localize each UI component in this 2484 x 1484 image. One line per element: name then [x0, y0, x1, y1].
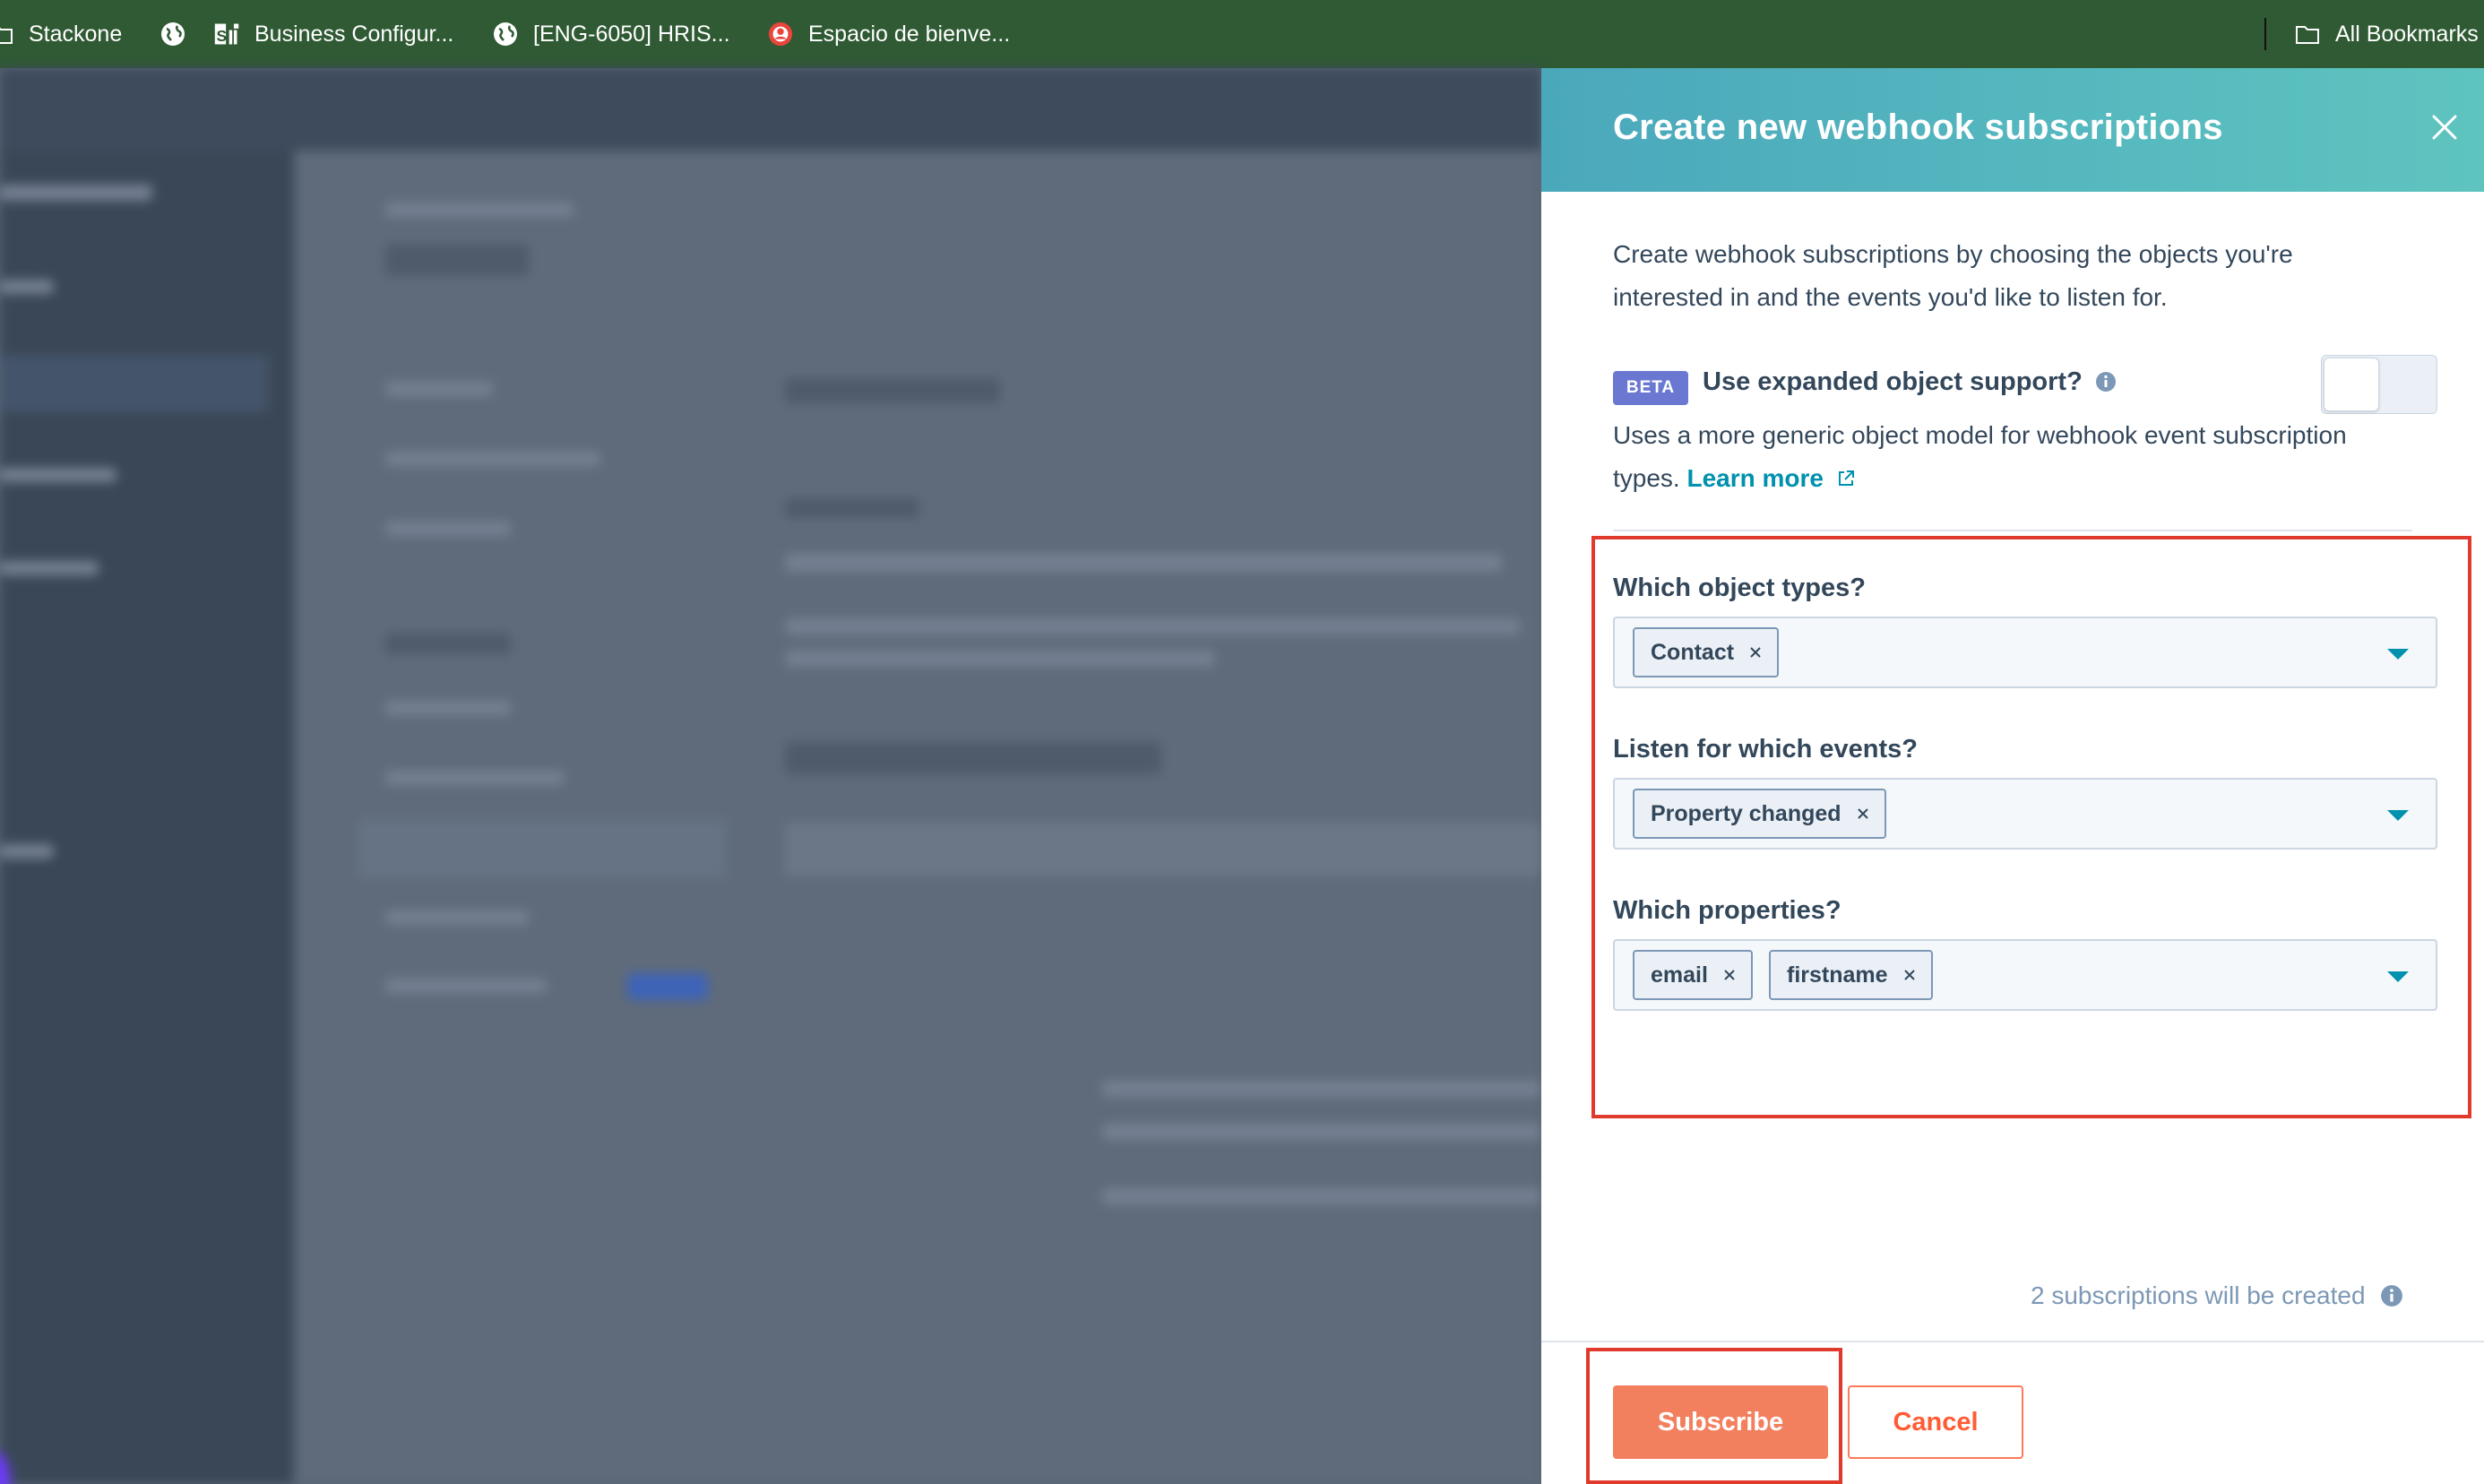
- expanded-support-label: Use expanded object support?: [1703, 367, 2083, 396]
- chip-label: email: [1651, 962, 1708, 988]
- background-topnav: [0, 68, 1541, 151]
- all-bookmarks-label: All Bookmarks: [2335, 21, 2479, 47]
- subscription-count: 2 subscriptions will be created: [2031, 1281, 2403, 1310]
- object-types-label: Which object types?: [1613, 574, 1866, 602]
- bookmark-label: [ENG-6050] HRIS...: [533, 21, 730, 47]
- properties-select[interactable]: email firstname: [1613, 939, 2437, 1011]
- bookmark-business-config[interactable]: S Business Configur...: [213, 0, 453, 68]
- chip-label: Contact: [1651, 639, 1735, 665]
- expanded-support-description: Uses a more generic object model for web…: [1613, 414, 2366, 500]
- section-divider: [1613, 530, 2412, 531]
- chip-label: Property changed: [1651, 800, 1841, 826]
- bookmark-label: Stackone: [29, 21, 123, 47]
- expanded-support-toggle[interactable]: [2321, 355, 2437, 414]
- background-main: [294, 151, 1541, 1484]
- chevron-down-icon: [2387, 810, 2409, 821]
- bookmarks-bar: Stackone S Business Configur... [ENG-605…: [0, 0, 2484, 68]
- bookmark-eng-6050[interactable]: [ENG-6050] HRIS...: [492, 0, 730, 68]
- bookmark-espacio[interactable]: Espacio de bienve...: [767, 0, 1010, 68]
- close-button[interactable]: [2427, 109, 2462, 145]
- close-icon: [2432, 115, 2457, 140]
- target-icon: [767, 21, 794, 47]
- bookmark-globe[interactable]: [160, 0, 201, 68]
- learn-more-label: Learn more: [1686, 464, 1824, 492]
- bookmark-stackone[interactable]: Stackone: [0, 0, 122, 68]
- footer-divider: [1541, 1341, 2484, 1342]
- info-icon: [2380, 1285, 2402, 1307]
- external-link-icon: [1838, 470, 1854, 486]
- chip-email: email: [1633, 950, 1753, 1000]
- properties-label: Which properties?: [1613, 896, 1841, 925]
- chip-firstname: firstname: [1769, 950, 1933, 1000]
- sfi-logo-icon: S: [213, 21, 240, 47]
- subscription-count-text: 2 subscriptions will be created: [2031, 1281, 2366, 1309]
- bookmark-separator: [2264, 18, 2266, 50]
- panel-header: Create new webhook subscriptions: [1541, 68, 2484, 192]
- remove-chip-icon[interactable]: [1748, 645, 1763, 660]
- panel-title: Create new webhook subscriptions: [1613, 108, 2223, 147]
- folder-icon: [2294, 21, 2321, 47]
- all-bookmarks[interactable]: All Bookmarks: [2294, 0, 2479, 68]
- learn-more-link[interactable]: Learn more: [1686, 464, 1855, 492]
- events-select[interactable]: Property changed: [1613, 778, 2437, 850]
- chip-property-changed: Property changed: [1633, 789, 1886, 839]
- remove-chip-icon[interactable]: [1722, 968, 1737, 982]
- bookmark-label: Business Configur...: [254, 21, 454, 47]
- folder-icon: [0, 21, 14, 47]
- remove-chip-icon[interactable]: [1856, 807, 1870, 821]
- globe-icon: [160, 21, 186, 47]
- panel-description: Create webhook subscriptions by choosing…: [1613, 240, 2293, 311]
- toggle-knob: [2324, 358, 2379, 411]
- webhook-subscription-panel: Create new webhook subscriptions Create …: [1541, 68, 2484, 1484]
- events-label: Listen for which events?: [1613, 735, 1918, 764]
- chip-label: firstname: [1787, 962, 1888, 988]
- chevron-down-icon: [2387, 649, 2409, 660]
- chevron-down-icon: [2387, 971, 2409, 982]
- svg-text:S: S: [217, 27, 228, 45]
- remove-chip-icon[interactable]: [1902, 968, 1917, 982]
- globe-icon: [492, 21, 519, 47]
- bookmark-label: Espacio de bienve...: [808, 21, 1011, 47]
- info-icon[interactable]: [2095, 371, 2117, 393]
- background-app-blurred: [0, 68, 1541, 1484]
- object-types-select[interactable]: Contact: [1613, 617, 2437, 688]
- subscribe-button[interactable]: Subscribe: [1613, 1385, 1828, 1459]
- chip-contact: Contact: [1633, 627, 1780, 677]
- cancel-button[interactable]: Cancel: [1848, 1385, 2023, 1459]
- beta-badge: BETA: [1613, 371, 1688, 405]
